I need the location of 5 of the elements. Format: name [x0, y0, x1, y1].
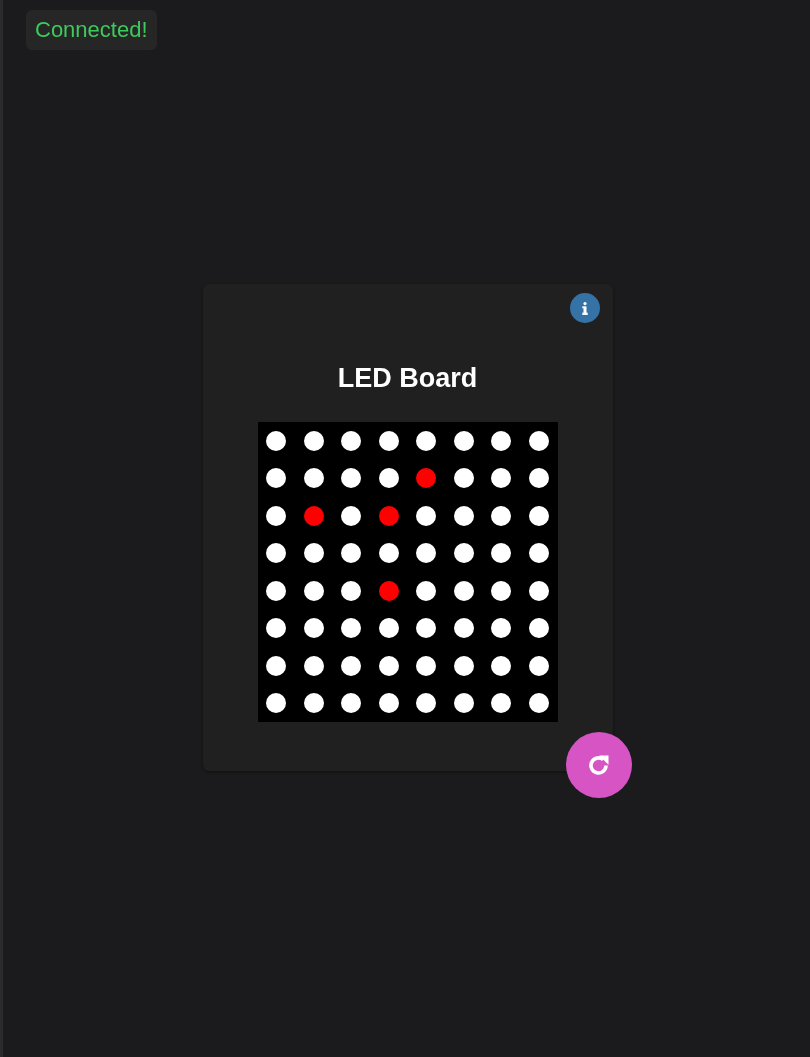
refresh-icon	[586, 753, 611, 777]
info-icon	[581, 301, 588, 315]
info-button[interactable]	[569, 293, 600, 323]
card-title: LED Board	[337, 362, 478, 394]
connection-status: Connected!	[26, 10, 157, 50]
